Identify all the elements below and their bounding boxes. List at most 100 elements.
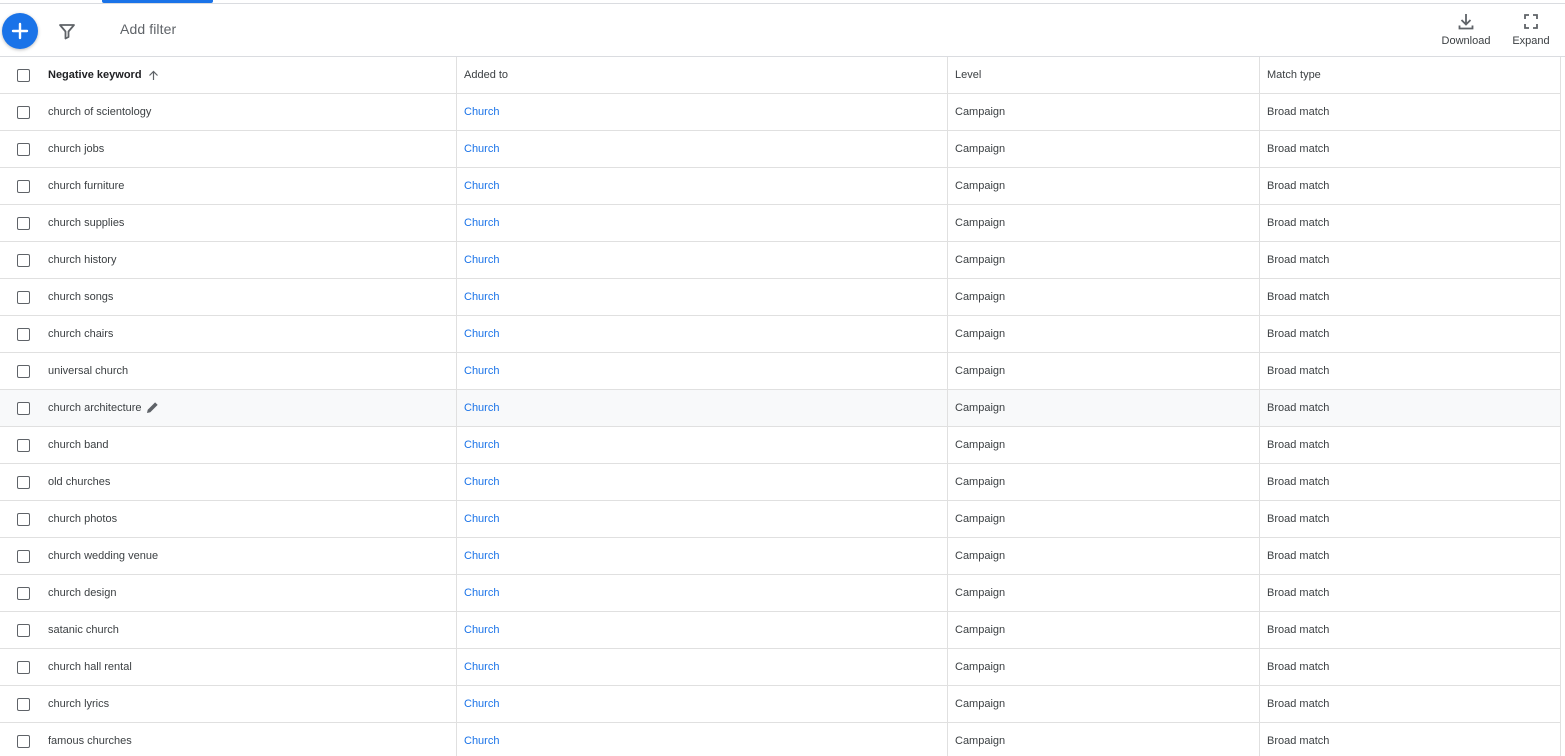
row-checkbox[interactable] (17, 291, 30, 304)
row-checkbox[interactable] (17, 439, 30, 452)
added-to-link[interactable]: Church (464, 131, 499, 167)
select-all-checkbox[interactable] (17, 69, 30, 82)
row-checkbox[interactable] (17, 143, 30, 156)
table-row[interactable]: church architecture Church Campaign Broa… (0, 390, 1560, 427)
added-to-link[interactable]: Church (464, 427, 499, 463)
table-body: church of scientology Church Campaign Br… (0, 94, 1560, 756)
added-to-link[interactable]: Church (464, 94, 499, 130)
added-to-link[interactable]: Church (464, 390, 499, 426)
added-to-link[interactable]: Church (464, 168, 499, 204)
added-to-link[interactable]: Church (464, 279, 499, 315)
download-button[interactable]: Download (1438, 13, 1494, 47)
column-header-added-to[interactable]: Added to (464, 57, 508, 93)
match-type-cell: Broad match (1267, 180, 1330, 192)
keyword-cell: church jobs (48, 131, 104, 167)
table-row[interactable]: church chairs Church Campaign Broad matc… (0, 316, 1560, 353)
expand-button[interactable]: Expand (1509, 13, 1553, 47)
table-row[interactable]: church furniture Church Campaign Broad m… (0, 168, 1560, 205)
row-checkbox[interactable] (17, 328, 30, 341)
add-filter-input[interactable]: Add filter (120, 21, 176, 37)
match-type-cell: Broad match (1267, 402, 1330, 414)
keyword-text: church hall rental (48, 661, 132, 673)
level-cell: Campaign (955, 624, 1006, 636)
row-checkbox[interactable] (17, 402, 30, 415)
column-header-keyword[interactable]: Negative keyword (48, 57, 159, 93)
keyword-text: church design (48, 587, 117, 599)
keyword-cell: church songs (48, 279, 113, 315)
keyword-text: church band (48, 439, 109, 451)
level-cell: Campaign (955, 291, 1006, 303)
added-to-link[interactable]: Church (464, 686, 499, 722)
column-divider (947, 57, 948, 756)
match-type-cell: Broad match (1267, 291, 1330, 303)
match-type-cell: Broad match (1267, 661, 1330, 673)
row-checkbox[interactable] (17, 365, 30, 378)
edit-pencil-icon[interactable] (146, 401, 159, 414)
match-type-cell: Broad match (1267, 328, 1330, 340)
added-to-link[interactable]: Church (464, 612, 499, 648)
column-divider (456, 57, 457, 756)
row-checkbox[interactable] (17, 624, 30, 637)
row-checkbox[interactable] (17, 661, 30, 674)
keyword-cell: church hall rental (48, 649, 132, 685)
table-row[interactable]: universal church Church Campaign Broad m… (0, 353, 1560, 390)
keyword-text: old churches (48, 476, 111, 488)
table-row[interactable]: church hall rental Church Campaign Broad… (0, 649, 1560, 686)
filter-icon[interactable] (58, 22, 76, 40)
table-row[interactable]: church band Church Campaign Broad match (0, 427, 1560, 464)
keyword-cell: church architecture (48, 390, 159, 426)
added-to-link[interactable]: Church (464, 316, 499, 352)
level-cell: Campaign (955, 476, 1006, 488)
match-type-cell: Broad match (1267, 106, 1330, 118)
row-checkbox[interactable] (17, 698, 30, 711)
added-to-link[interactable]: Church (464, 242, 499, 278)
row-checkbox[interactable] (17, 587, 30, 600)
table-row[interactable]: church jobs Church Campaign Broad match (0, 131, 1560, 168)
row-checkbox[interactable] (17, 476, 30, 489)
added-to-link[interactable]: Church (464, 538, 499, 574)
added-to-link[interactable]: Church (464, 501, 499, 537)
keyword-text: church history (48, 254, 117, 266)
level-cell: Campaign (955, 106, 1006, 118)
column-header-match-type[interactable]: Match type (1267, 57, 1321, 93)
match-type-cell: Broad match (1267, 587, 1330, 599)
table-row[interactable]: church history Church Campaign Broad mat… (0, 242, 1560, 279)
row-checkbox[interactable] (17, 735, 30, 748)
column-divider (1259, 57, 1260, 756)
table-row[interactable]: famous churches Church Campaign Broad ma… (0, 723, 1560, 756)
fullscreen-icon (1524, 14, 1538, 29)
table-row[interactable]: church songs Church Campaign Broad match (0, 279, 1560, 316)
added-to-link[interactable]: Church (464, 205, 499, 241)
add-button[interactable] (2, 13, 38, 49)
table-row[interactable]: church lyrics Church Campaign Broad matc… (0, 686, 1560, 723)
added-to-link[interactable]: Church (464, 464, 499, 500)
table-row[interactable]: old churches Church Campaign Broad match (0, 464, 1560, 501)
level-cell: Campaign (955, 328, 1006, 340)
table-row[interactable]: church wedding venue Church Campaign Bro… (0, 538, 1560, 575)
row-checkbox[interactable] (17, 550, 30, 563)
table-row[interactable]: church supplies Church Campaign Broad ma… (0, 205, 1560, 242)
match-type-cell: Broad match (1267, 550, 1330, 562)
level-cell: Campaign (955, 698, 1006, 710)
row-checkbox[interactable] (17, 106, 30, 119)
added-to-link[interactable]: Church (464, 353, 499, 389)
row-checkbox[interactable] (17, 513, 30, 526)
match-type-cell: Broad match (1267, 143, 1330, 155)
row-checkbox[interactable] (17, 217, 30, 230)
sort-ascending-icon[interactable] (148, 70, 159, 81)
added-to-link[interactable]: Church (464, 575, 499, 611)
table-row[interactable]: satanic church Church Campaign Broad mat… (0, 612, 1560, 649)
table-row[interactable]: church design Church Campaign Broad matc… (0, 575, 1560, 612)
table-row[interactable]: church photos Church Campaign Broad matc… (0, 501, 1560, 538)
added-to-link[interactable]: Church (464, 723, 499, 756)
added-to-link[interactable]: Church (464, 649, 499, 685)
row-checkbox[interactable] (17, 254, 30, 267)
keyword-cell: church lyrics (48, 686, 109, 722)
row-checkbox[interactable] (17, 180, 30, 193)
download-icon (1458, 14, 1474, 30)
table-row[interactable]: church of scientology Church Campaign Br… (0, 94, 1560, 131)
plus-icon (11, 22, 29, 40)
column-header-level[interactable]: Level (955, 57, 981, 93)
keyword-text: church jobs (48, 143, 105, 155)
keyword-cell: church band (48, 427, 109, 463)
